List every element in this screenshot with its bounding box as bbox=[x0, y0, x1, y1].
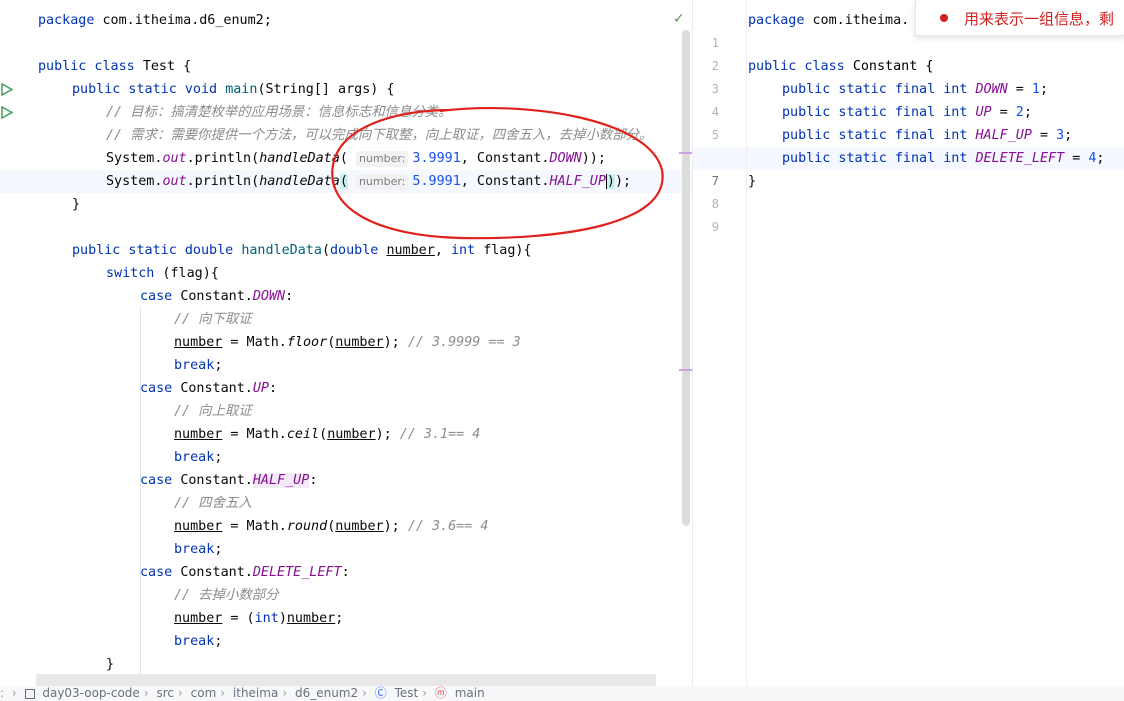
println-call: System.out.println(handleData( number: 5.… bbox=[106, 174, 632, 190]
code-comment: // 向下取证 bbox=[174, 312, 252, 327]
notification-text: 用来表示一组信息，剩 bbox=[964, 10, 1115, 28]
code-line[interactable]: number = Math.ceil(number); // 3.1== 4 bbox=[0, 423, 692, 446]
code-comment: // 四舍五入 bbox=[174, 496, 252, 511]
breadcrumb-item[interactable]: itheima bbox=[233, 686, 278, 700]
breadcrumb-item[interactable]: Test bbox=[395, 686, 419, 700]
code-comment: // 去掉小数部分 bbox=[174, 588, 279, 603]
code-line[interactable]: 6 public static final int HALF_UP = 3; bbox=[693, 124, 1124, 165]
code-line[interactable]: 4 public static final int DOWN = 1; bbox=[693, 78, 1124, 119]
breadcrumb-item[interactable]: src bbox=[156, 686, 174, 700]
code-line-current[interactable]: 7 public static final int DELETE_LEFT = … bbox=[693, 147, 1124, 188]
code-line[interactable]: break; bbox=[0, 446, 692, 469]
method-m-icon: ⓜ bbox=[434, 686, 447, 700]
case-line[interactable]: case Constant.UP: bbox=[0, 377, 692, 400]
class-c-icon: Ⓒ bbox=[374, 686, 387, 700]
vertical-scrollbar[interactable] bbox=[682, 30, 690, 526]
code-line[interactable]: number = (int)number; bbox=[0, 607, 692, 630]
code-line[interactable]: public class Test { bbox=[0, 55, 692, 96]
parameter-hint: number: bbox=[355, 174, 409, 190]
code-line[interactable]: break; bbox=[0, 538, 692, 561]
notification-popup: 用来表示一组信息，剩 bbox=[915, 0, 1124, 36]
package-name: com.itheima.d6_enum2; bbox=[102, 13, 272, 28]
code-line[interactable]: 3 public class Constant { bbox=[693, 55, 1124, 96]
code-line[interactable]: package com.itheima.d6_enum2; bbox=[0, 9, 692, 32]
code-comment: // 向上取证 bbox=[174, 404, 252, 419]
code-line[interactable]: public static double handleData(double n… bbox=[0, 239, 692, 262]
println-call: System.out.println(handleData( number: 3.… bbox=[106, 151, 606, 167]
code-line[interactable]: number = Math.round(number); // 3.6== 4 bbox=[0, 515, 692, 538]
breadcrumb-item[interactable]: main bbox=[455, 686, 485, 700]
code-line[interactable]: System.out.println(handleData( number: 3.… bbox=[0, 147, 692, 170]
code-line[interactable]: 9 bbox=[693, 193, 1124, 234]
code-line[interactable]: } bbox=[0, 653, 692, 676]
right-editor-pane[interactable]: 1 package com.itheima. 2 3 public class … bbox=[693, 0, 1124, 686]
code-line[interactable]: break; bbox=[0, 354, 692, 377]
code-line[interactable]: number = Math.floor(number); // 3.9999 =… bbox=[0, 331, 692, 354]
constant-class-declaration: public class Constant { bbox=[748, 59, 934, 74]
horizontal-scrollbar[interactable] bbox=[36, 674, 656, 686]
code-line[interactable]: switch (flag){ bbox=[0, 262, 692, 285]
error-stripe-marker[interactable] bbox=[679, 369, 692, 371]
code-line[interactable]: public static void main(String[] args) { bbox=[0, 78, 692, 119]
code-line[interactable]: break; bbox=[0, 630, 692, 653]
code-comment: // 目标：搞清楚枚举的应用场景：信息标志和信息分类。 bbox=[106, 105, 452, 120]
parameter-hint: number: bbox=[355, 151, 409, 167]
main-method-declaration: public static void main(String[] args) { bbox=[72, 82, 395, 97]
case-line[interactable]: case Constant.DOWN: bbox=[0, 285, 692, 308]
breadcrumb-item[interactable]: com bbox=[191, 686, 217, 700]
code-comment: // 需求：需要你提供一个方法，可以完成向下取整，向上取证，四舍五入，去掉小数部… bbox=[106, 128, 653, 143]
code-line[interactable]: } bbox=[0, 193, 692, 216]
folder-icon bbox=[24, 688, 35, 699]
breadcrumb-item[interactable]: d6_enum2 bbox=[295, 686, 358, 700]
case-line[interactable]: case Constant.HALF_UP: bbox=[0, 469, 692, 492]
code-line-current[interactable]: System.out.println(handleData( number: 5.… bbox=[0, 170, 692, 193]
case-line[interactable]: case Constant.DELETE_LEFT: bbox=[0, 561, 692, 584]
code-line[interactable]: 5 public static final int UP = 2; bbox=[693, 101, 1124, 142]
check-icon[interactable]: ✓ bbox=[673, 11, 685, 27]
class-declaration: public class Test { bbox=[38, 59, 192, 74]
bullet-dot-icon bbox=[940, 14, 948, 22]
breadcrumb-item[interactable]: day03-oop-code bbox=[42, 686, 139, 700]
error-stripe-marker[interactable] bbox=[679, 152, 692, 154]
handle-data-declaration: public static double handleData(double n… bbox=[72, 243, 532, 258]
left-editor-pane[interactable]: package com.itheima.d6_enum2; public cla… bbox=[0, 0, 692, 686]
code-line[interactable]: 8 } bbox=[693, 170, 1124, 211]
breadcrumb: : › day03-oop-code › src › com › itheima › d… bbox=[0, 686, 1124, 701]
